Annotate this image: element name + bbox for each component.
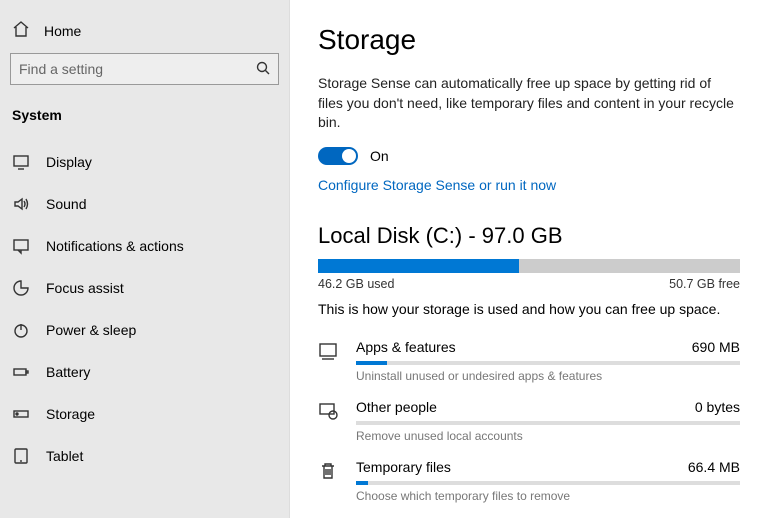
sidebar-item-storage[interactable]: Storage bbox=[0, 393, 289, 435]
sidebar-item-label: Focus assist bbox=[46, 280, 124, 296]
search-box[interactable] bbox=[10, 53, 279, 85]
used-label: 46.2 GB used bbox=[318, 277, 394, 291]
category-name: Temporary files bbox=[356, 459, 451, 475]
category-hint: Choose which temporary files to remove bbox=[356, 489, 740, 503]
category-other-people[interactable]: Other people 0 bytes Remove unused local … bbox=[318, 393, 740, 453]
main-content: Storage Storage Sense can automatically … bbox=[290, 0, 768, 518]
home-button[interactable]: Home bbox=[0, 12, 289, 53]
search-input[interactable] bbox=[19, 61, 256, 77]
category-size: 0 bytes bbox=[695, 399, 740, 415]
sidebar: Home System Display Sound Notifications … bbox=[0, 0, 290, 518]
display-icon bbox=[12, 153, 30, 171]
sidebar-item-battery[interactable]: Battery bbox=[0, 351, 289, 393]
search-wrap bbox=[0, 53, 289, 101]
sidebar-item-power[interactable]: Power & sleep bbox=[0, 309, 289, 351]
battery-icon bbox=[12, 363, 30, 381]
category-temp[interactable]: Temporary files 66.4 MB Choose which temp… bbox=[318, 453, 740, 513]
toggle-state-label: On bbox=[370, 148, 389, 164]
home-label: Home bbox=[44, 23, 81, 39]
category-hint: Remove unused local accounts bbox=[356, 429, 740, 443]
sidebar-item-label: Tablet bbox=[46, 448, 83, 464]
people-icon bbox=[318, 399, 340, 424]
disk-usage-bar bbox=[318, 259, 740, 273]
storage-sense-toggle[interactable] bbox=[318, 147, 358, 165]
tablet-icon bbox=[12, 447, 30, 465]
usage-description: This is how your storage is used and how… bbox=[318, 301, 740, 317]
free-label: 50.7 GB free bbox=[669, 277, 740, 291]
apps-icon bbox=[318, 339, 340, 364]
category-name: Other people bbox=[356, 399, 437, 415]
sidebar-item-display[interactable]: Display bbox=[0, 141, 289, 183]
sidebar-item-label: Battery bbox=[46, 364, 90, 380]
sound-icon bbox=[12, 195, 30, 213]
power-icon bbox=[12, 321, 30, 339]
sidebar-item-focus[interactable]: Focus assist bbox=[0, 267, 289, 309]
page-title: Storage bbox=[318, 24, 740, 56]
search-icon bbox=[256, 61, 270, 78]
section-heading: System bbox=[0, 101, 289, 141]
notifications-icon bbox=[12, 237, 30, 255]
sidebar-item-label: Sound bbox=[46, 196, 86, 212]
disk-title: Local Disk (C:) - 97.0 GB bbox=[318, 223, 740, 249]
category-apps[interactable]: Apps & features 690 MB Uninstall unused o… bbox=[318, 333, 740, 393]
sidebar-item-label: Power & sleep bbox=[46, 322, 136, 338]
category-size: 690 MB bbox=[692, 339, 740, 355]
storage-icon bbox=[12, 405, 30, 423]
category-hint: Uninstall unused or undesired apps & fea… bbox=[356, 369, 740, 383]
toggle-row: On bbox=[318, 147, 740, 165]
home-icon bbox=[12, 20, 30, 41]
sidebar-item-tablet[interactable]: Tablet bbox=[0, 435, 289, 477]
sidebar-item-notifications[interactable]: Notifications & actions bbox=[0, 225, 289, 267]
sidebar-item-label: Notifications & actions bbox=[46, 238, 184, 254]
sidebar-item-sound[interactable]: Sound bbox=[0, 183, 289, 225]
sidebar-item-label: Display bbox=[46, 154, 92, 170]
category-size: 66.4 MB bbox=[688, 459, 740, 475]
disk-usage-labels: 46.2 GB used 50.7 GB free bbox=[318, 277, 740, 291]
trash-icon bbox=[318, 459, 340, 484]
disk-usage-fill bbox=[318, 259, 519, 273]
category-name: Apps & features bbox=[356, 339, 456, 355]
disk-usage-bar-wrap: 46.2 GB used 50.7 GB free bbox=[318, 259, 740, 291]
storage-sense-description: Storage Sense can automatically free up … bbox=[318, 74, 738, 133]
configure-link[interactable]: Configure Storage Sense or run it now bbox=[318, 177, 556, 193]
focus-icon bbox=[12, 279, 30, 297]
sidebar-item-label: Storage bbox=[46, 406, 95, 422]
